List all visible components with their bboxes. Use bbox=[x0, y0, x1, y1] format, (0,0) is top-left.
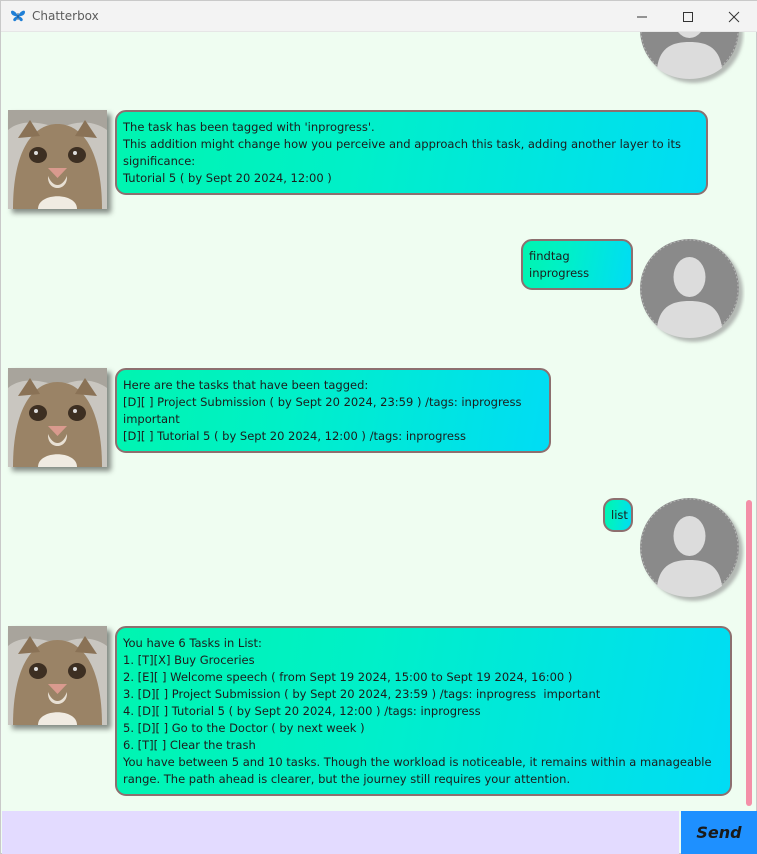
close-button[interactable] bbox=[711, 1, 757, 32]
bot-avatar bbox=[8, 110, 107, 209]
butterfly-icon bbox=[10, 8, 26, 24]
bot-message-bubble: You have 6 Tasks in List: 1. [T][X] Buy … bbox=[115, 626, 732, 796]
message-input[interactable] bbox=[2, 811, 679, 854]
send-button[interactable]: Send bbox=[681, 811, 757, 854]
user-silhouette-icon bbox=[640, 239, 739, 338]
bot-avatar bbox=[8, 368, 107, 467]
cat-photo-icon bbox=[8, 626, 107, 725]
cat-photo-icon bbox=[8, 368, 107, 467]
user-avatar bbox=[640, 32, 739, 79]
app-window: Chatterbox The task has been tagged with… bbox=[0, 0, 757, 854]
maximize-button[interactable] bbox=[665, 1, 711, 32]
user-message-bubble: findtag inprogress bbox=[521, 239, 633, 290]
chat-scrollbar[interactable] bbox=[746, 500, 752, 806]
cat-photo-icon bbox=[8, 110, 107, 209]
user-avatar bbox=[640, 239, 739, 338]
minimize-button[interactable] bbox=[619, 1, 665, 32]
close-icon bbox=[728, 11, 740, 22]
maximize-icon bbox=[683, 11, 693, 22]
title-bar[interactable]: Chatterbox bbox=[1, 1, 757, 32]
window-title: Chatterbox bbox=[32, 9, 99, 23]
user-avatar bbox=[640, 498, 739, 597]
user-message-bubble: list bbox=[603, 498, 633, 532]
user-silhouette-icon bbox=[640, 32, 739, 79]
bot-message-bubble: The task has been tagged with 'inprogres… bbox=[115, 110, 708, 195]
bot-avatar bbox=[8, 626, 107, 725]
minimize-icon bbox=[637, 16, 647, 17]
user-silhouette-icon bbox=[640, 498, 739, 597]
chat-history[interactable]: The task has been tagged with 'inprogres… bbox=[2, 32, 745, 810]
bot-message-bubble: Here are the tasks that have been tagged… bbox=[115, 368, 551, 453]
